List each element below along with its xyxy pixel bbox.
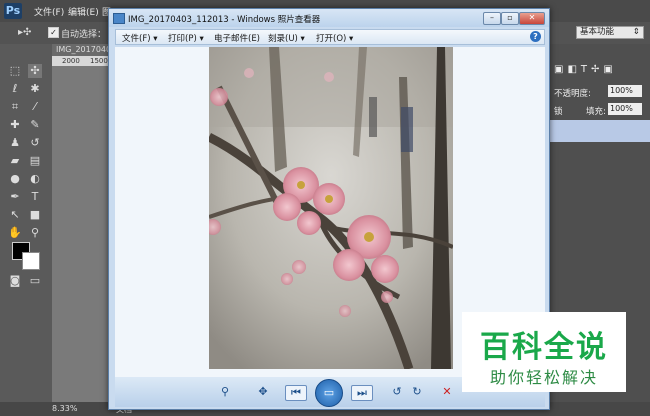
screen-mode-icon[interactable]: ▭: [28, 274, 42, 288]
workspace-value: 基本功能: [580, 27, 615, 37]
magic-wand-icon[interactable]: ✱: [28, 82, 42, 96]
delete-icon[interactable]: ✕: [439, 385, 455, 399]
viewer-app-icon: [113, 13, 125, 24]
pen-tool-icon[interactable]: ✒: [8, 190, 22, 204]
plum-blossom-photo: [209, 47, 453, 369]
menu-print[interactable]: 打印(P) ▾: [168, 32, 204, 44]
viewer-title: IMG_20170403_112013 - Windows 照片查看器: [128, 15, 321, 25]
gradient-icon[interactable]: ▤: [28, 154, 42, 168]
move-tool-icon[interactable]: ▸✣: [18, 27, 31, 38]
menu-open[interactable]: 打开(O) ▾: [316, 32, 353, 44]
watermark-subtitle: 助你轻松解决: [489, 368, 598, 387]
eyedropper-icon[interactable]: ⁄: [28, 100, 42, 114]
ruler-tick: 2000: [62, 57, 80, 65]
ps-menu-edit[interactable]: 编辑(E): [68, 5, 99, 18]
workspace-select[interactable]: 基本功能 ⇕: [576, 26, 644, 39]
history-brush-icon[interactable]: ↺: [28, 136, 42, 150]
zoom-icon[interactable]: ⚲: [217, 385, 233, 399]
opacity-label: 不透明度:: [554, 89, 591, 99]
mask-icon[interactable]: ◧: [567, 64, 580, 75]
eraser-icon[interactable]: ▰: [8, 154, 22, 168]
path-select-icon[interactable]: ↖: [8, 208, 22, 222]
photoshop-logo: Ps: [4, 3, 22, 19]
hand-tool-icon[interactable]: ✋: [8, 226, 22, 240]
photoshop-canvas-area: [52, 66, 108, 402]
lasso-tool-icon[interactable]: ℓ: [8, 82, 22, 96]
watermark-title: 百科全说: [480, 330, 608, 365]
slideshow-button[interactable]: ▭: [315, 379, 343, 407]
dodge-tool-icon[interactable]: ◐: [28, 172, 42, 186]
crop-tool-icon[interactable]: ⌗: [8, 100, 22, 114]
clone-stamp-icon[interactable]: ♟: [8, 136, 22, 150]
type-tool-icon[interactable]: T: [28, 190, 42, 204]
panel-icons-row: ▣◧T✢▣: [554, 64, 646, 78]
quick-mask-icon[interactable]: ◙: [8, 274, 22, 288]
photoshop-toolbox: ⬚ ✣ ℓ ✱ ⌗ ⁄ ✚ ✎ ♟ ↺ ▰ ▤ ● ◐ ✒ T ↖ ■ ✋ ⚲ …: [0, 44, 52, 416]
opacity-input[interactable]: 100%: [608, 85, 642, 97]
ps-menu-file[interactable]: 文件(F): [34, 5, 64, 18]
fill-label: 填充:: [586, 107, 606, 117]
fill-input[interactable]: 100%: [608, 103, 642, 115]
plum-blossom-image: [209, 47, 453, 369]
lock-label: 锁: [554, 107, 563, 117]
minimize-button[interactable]: –: [483, 12, 501, 25]
watermark: 百科全说 助你轻松解决: [462, 312, 626, 392]
brush-tool-icon[interactable]: ✎: [28, 118, 42, 132]
selected-layer-row[interactable]: [550, 120, 650, 142]
transform-icon[interactable]: ✢: [591, 64, 603, 75]
rotate-left-icon[interactable]: ↺: [389, 385, 405, 399]
close-button[interactable]: ✕: [519, 12, 545, 25]
layer-style-icon[interactable]: ▣: [554, 64, 567, 75]
auto-select-checkbox[interactable]: ✓: [48, 27, 59, 38]
auto-select-label: 自动选择：: [61, 30, 107, 40]
background-color-swatch[interactable]: [22, 252, 40, 270]
previous-button[interactable]: ⏮: [285, 385, 307, 401]
marquee-tool-icon[interactable]: ⬚: [8, 64, 22, 78]
text-panel-icon[interactable]: T: [581, 64, 591, 75]
menu-burn[interactable]: 刻录(U) ▾: [268, 32, 305, 44]
healing-brush-icon[interactable]: ✚: [8, 118, 22, 132]
fit-icon[interactable]: ✥: [255, 385, 271, 399]
horizontal-ruler: 2000 1500: [52, 56, 108, 66]
maximize-button[interactable]: ▫: [501, 12, 519, 25]
rotate-right-icon[interactable]: ↻: [409, 385, 425, 399]
menu-email[interactable]: 电子邮件(E): [214, 32, 260, 44]
move-tool-icon[interactable]: ✣: [28, 64, 42, 78]
document-tab[interactable]: IMG_20170403: [52, 44, 116, 56]
chevron-down-icon: ⇕: [632, 27, 640, 37]
zoom-tool-icon[interactable]: ⚲: [28, 226, 42, 240]
panel-menu-icon[interactable]: ▣: [603, 64, 616, 75]
blur-tool-icon[interactable]: ●: [8, 172, 22, 186]
ruler-tick: 1500: [90, 57, 108, 65]
next-button[interactable]: ⏭: [351, 385, 373, 401]
help-icon[interactable]: ?: [530, 31, 541, 42]
viewer-menubar: 文件(F) ▾ 打印(P) ▾ 电子邮件(E) 刻录(U) ▾ 打开(O) ▾ …: [115, 29, 545, 45]
shape-tool-icon[interactable]: ■: [28, 208, 42, 222]
menu-file[interactable]: 文件(F) ▾: [122, 32, 158, 44]
zoom-level[interactable]: 8.33%: [52, 404, 77, 413]
viewer-titlebar[interactable]: IMG_20170403_112013 - Windows 照片查看器 – ▫ …: [109, 9, 549, 27]
